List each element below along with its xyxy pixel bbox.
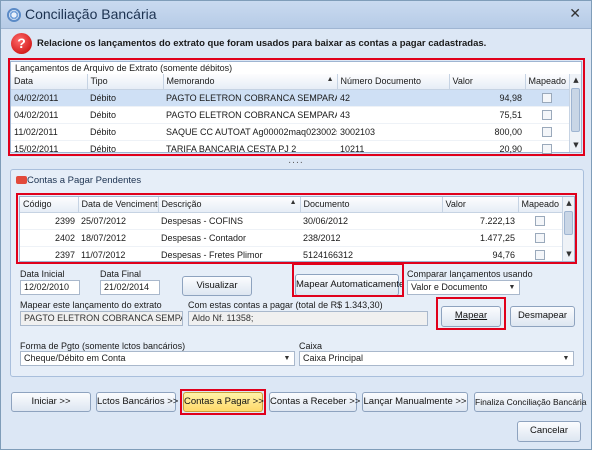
lancar-manualmente-button[interactable]: Lançar Manualmente >> — [362, 392, 468, 412]
payables-highlight — [16, 193, 577, 264]
comparar-label: Comparar lançamentos usando — [407, 269, 533, 279]
question-icon: ? — [11, 33, 32, 54]
forma-pgto-label: Forma de Pgto (somente lctos bancários) — [20, 341, 186, 351]
mapear-highlight — [436, 297, 506, 330]
window-title: Conciliação Bancária — [25, 6, 157, 22]
chevron-down-icon[interactable]: ▼ — [281, 353, 293, 364]
data-inicial-field[interactable]: 12/02/2010 12 — [20, 280, 80, 295]
data-final-field[interactable]: 21/02/2014 12 — [100, 280, 160, 295]
contas-field: Aldo Nf. 11358; — [188, 311, 428, 326]
iniciar-button[interactable]: Iniciar >> — [11, 392, 91, 412]
extrato-label: Mapear este lançamento do extrato — [20, 300, 162, 310]
mapear-auto-highlight — [292, 263, 404, 297]
visualizar-button[interactable]: Visualizar — [182, 276, 252, 296]
app-icon — [7, 8, 21, 22]
lctos-bancarios-button[interactable]: Lctos Bancários >> — [96, 392, 178, 412]
payables-title: Contas a Pagar Pendentes — [27, 175, 142, 186]
extrato-field: PAGTO ELETRON COBRANCA SEMPARAR D — [20, 311, 183, 326]
splitter[interactable]: .... — [1, 156, 591, 166]
data-inicial-label: Data Inicial — [20, 269, 65, 279]
conciliacao-window: Conciliação Bancária ✕ ? Relacione os la… — [0, 0, 592, 450]
contas-label: Com estas contas a pagar (total de R$ 1.… — [188, 300, 383, 310]
chevron-down-icon[interactable]: ▼ — [560, 353, 572, 364]
title-bar: Conciliação Bancária ✕ — [1, 1, 591, 29]
data-final-label: Data Final — [100, 269, 142, 279]
caixa-select[interactable]: Caixa Principal ▼ — [299, 351, 574, 366]
contas-a-receber-button[interactable]: Contas a Receber >> — [269, 392, 360, 412]
close-icon[interactable]: ✕ — [569, 7, 581, 21]
comparar-select[interactable]: Valor e Documento ▼ — [407, 280, 520, 295]
forma-pgto-select[interactable]: Cheque/Débito em Conta ▼ — [20, 351, 295, 366]
statement-highlight — [8, 58, 585, 156]
contas-a-pagar-highlight — [180, 389, 266, 415]
instruction-text: Relacione os lançamentos do extrato que … — [37, 38, 487, 49]
cancelar-button[interactable]: Cancelar — [517, 421, 581, 442]
instruction-header: ? Relacione os lançamentos do extrato qu… — [7, 31, 587, 55]
finaliza-conciliacao-button[interactable]: Finaliza Conciliação Bancária — [474, 392, 587, 412]
desmapear-button[interactable]: Desmapear — [510, 306, 575, 327]
caixa-label: Caixa — [299, 341, 323, 351]
chevron-down-icon[interactable]: ▼ — [506, 282, 518, 293]
payables-icon — [16, 176, 27, 184]
